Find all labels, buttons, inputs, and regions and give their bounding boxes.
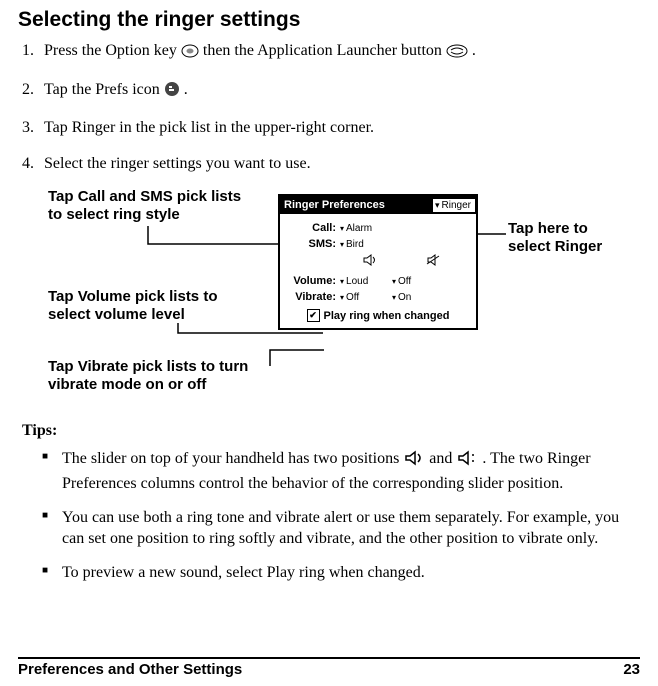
footer-section: Preferences and Other Settings [18,661,242,678]
callout-volume: Tap Volume pick lists to select volume l… [48,288,248,323]
ss-vib-picklist-2[interactable]: On [392,292,444,303]
tip-1-text-b: and [429,450,456,467]
slider-sound-icon [362,254,378,269]
ss-call-picklist[interactable]: Alarm [340,223,392,234]
diagram-area: Tap Call and SMS pick lists to select ri… [18,188,640,418]
steps-list: Press the Option key then the Applicatio… [18,40,640,174]
step-1-text-b: then the Application Launcher button [203,42,446,59]
option-key-icon [181,43,199,65]
ss-vib-picklist-1[interactable]: Off [340,292,392,303]
slider-mute-icon [456,450,478,473]
ss-play-label: Play ring when changed [324,310,450,322]
tips-heading: Tips: [22,422,640,440]
step-1-text-c: . [472,42,476,59]
ss-title: Ringer Preferences [280,199,432,211]
ss-sms-label: SMS: [288,238,340,250]
slider-mute-icon [426,254,442,269]
callout-vibrate: Tap Vibrate pick lists to turn vibrate m… [48,358,268,393]
footer-page-number: 23 [623,661,640,678]
step-1: Press the Option key then the Applicatio… [38,40,640,65]
ss-row-call: Call: Alarm [288,222,468,234]
ss-sms-picklist[interactable]: Bird [340,239,392,250]
ss-vib-label: Vibrate: [288,291,340,303]
ss-play-checkbox[interactable]: ✔ [307,309,320,322]
slider-sound-icon [403,450,425,473]
ss-vol-picklist-1[interactable]: Loud [340,276,392,287]
ss-call-label: Call: [288,222,340,234]
tip-1-text-a: The slider on top of your handheld has t… [62,450,403,467]
step-2-text-a: Tap the Prefs icon [44,81,164,98]
ringer-prefs-screenshot: Ringer Preferences Ringer Call: Alarm SM… [278,194,478,330]
tip-1: The slider on top of your handheld has t… [42,448,632,494]
page-title: Selecting the ringer settings [18,8,640,32]
callout-callsms: Tap Call and SMS pick lists to select ri… [48,188,248,223]
step-2-text-b: . [184,81,188,98]
ss-row-sms: SMS: Bird [288,238,468,250]
ss-vol-label: Volume: [288,275,340,287]
app-launcher-icon [446,43,468,65]
tips-list: The slider on top of your handheld has t… [18,448,640,583]
ss-row-volume: Volume: Loud Off [288,275,468,287]
step-4: Select the ringer settings you want to u… [38,153,640,175]
ss-ringer-picklist[interactable]: Ringer [433,199,475,212]
tip-3: To preview a new sound, select Play ring… [42,562,632,584]
step-3: Tap Ringer in the pick list in the upper… [38,117,640,139]
step-1-text-a: Press the Option key [44,42,181,59]
tip-2: You can use both a ring tone and vibrate… [42,507,632,550]
callout-ringer: Tap here to select Ringer [508,220,628,255]
page-footer: Preferences and Other Settings 23 [18,657,640,678]
prefs-icon [164,81,180,104]
step-2: Tap the Prefs icon . [38,79,640,104]
ss-vol-picklist-2[interactable]: Off [392,276,444,287]
ss-row-vibrate: Vibrate: Off On [288,291,468,303]
